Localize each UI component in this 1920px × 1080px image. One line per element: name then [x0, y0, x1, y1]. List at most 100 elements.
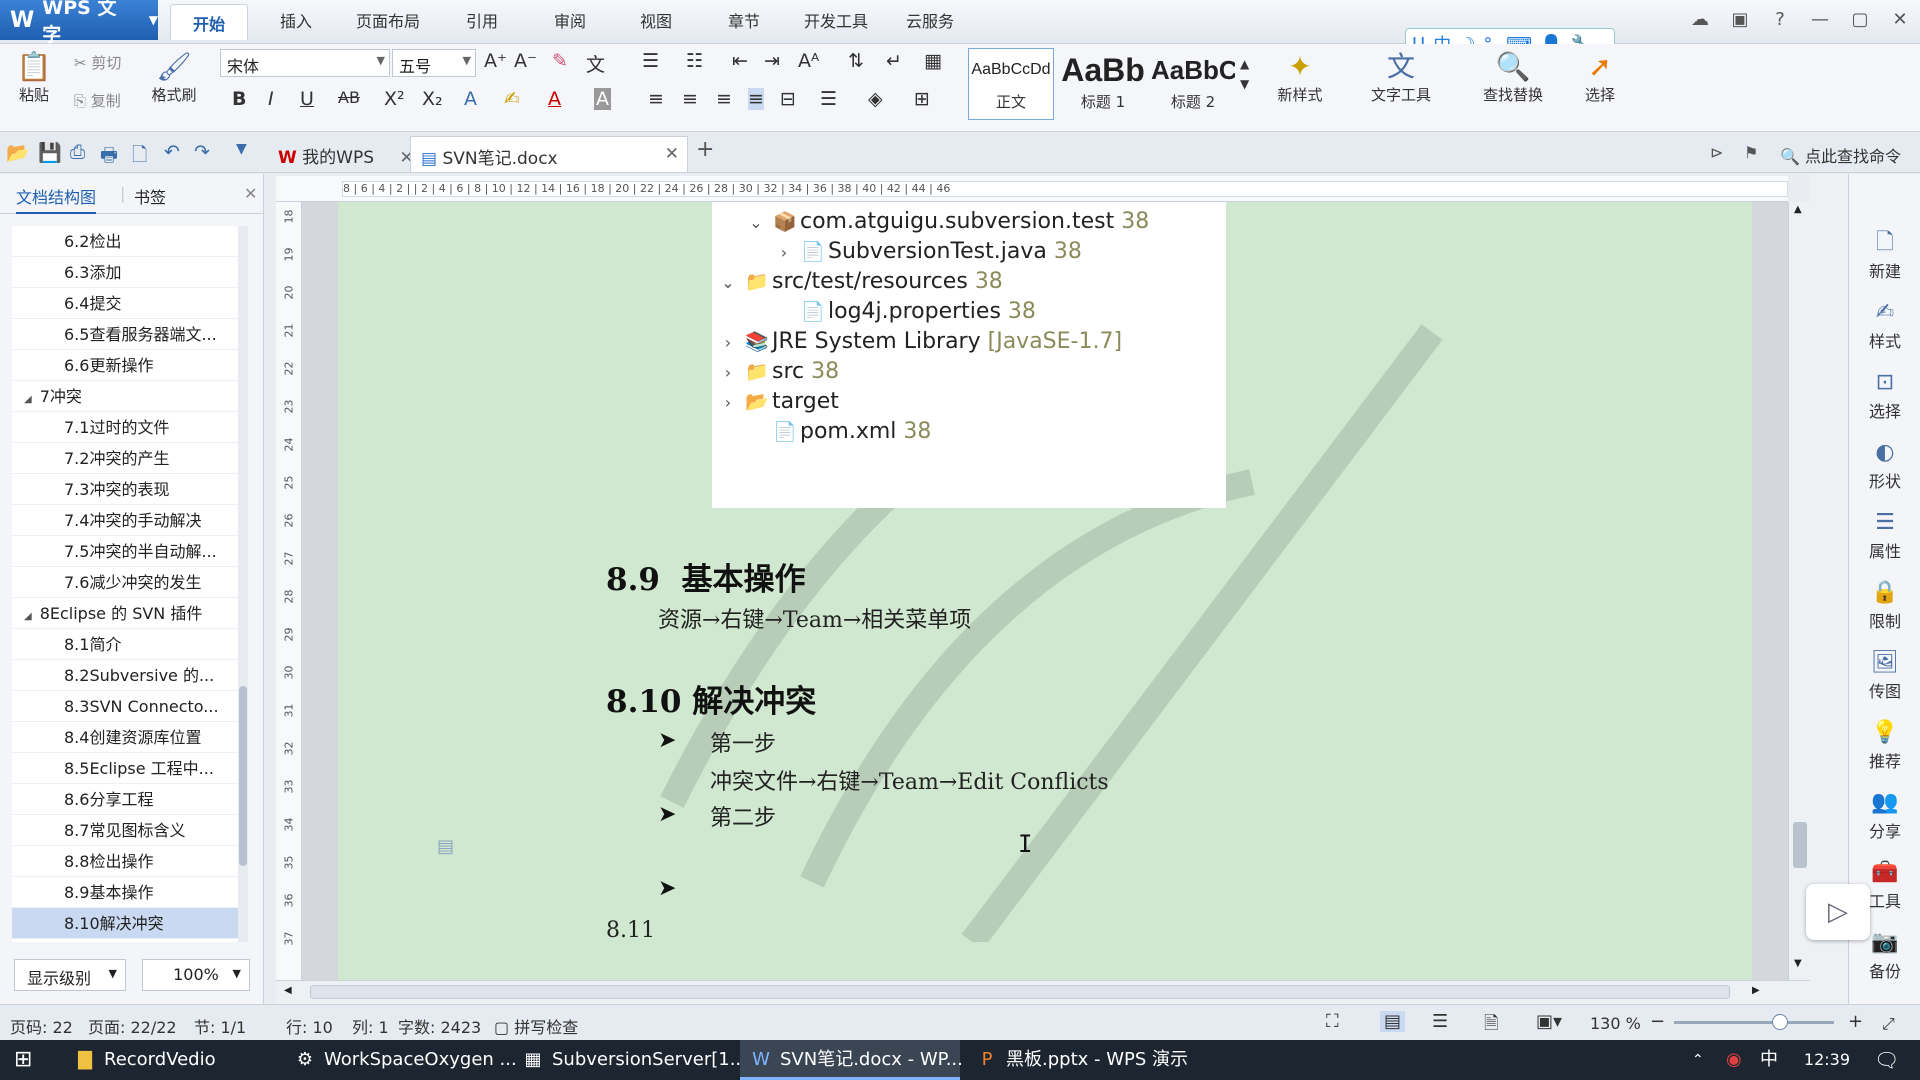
text-effect-icon[interactable]: A [464, 88, 477, 110]
chevron-down-icon[interactable]: ⌄ [714, 265, 742, 301]
right-tool-new[interactable]: 🗋 新建 [1849, 228, 1920, 282]
copy-button[interactable]: ⎘ 复制 [74, 90, 121, 111]
chevron-down-icon[interactable]: ⌄ [742, 205, 770, 241]
maximize-button[interactable]: ▢ [1840, 0, 1880, 40]
new-style-button[interactable]: ✦ 新样式 [1262, 50, 1338, 105]
menu-review[interactable]: 审阅 [554, 8, 586, 32]
italic-icon[interactable]: I [268, 88, 274, 110]
table-icon[interactable]: ▦ [924, 50, 942, 72]
paste-button[interactable]: 📋 粘贴 [10, 50, 58, 105]
format-painter-button[interactable]: 🖌 格式刷 [144, 50, 204, 105]
outline-item[interactable]: 6.3添加 [12, 257, 240, 288]
fullscreen-icon[interactable]: ⛶ [1326, 1011, 1339, 1032]
fit-icon[interactable]: ⤢ [1882, 1014, 1895, 1034]
expand-icon[interactable]: ⊳ [1710, 143, 1723, 162]
scroll-thumb[interactable] [310, 985, 1730, 999]
indent-icon[interactable]: ⇥ [764, 50, 780, 72]
select-button[interactable]: ➚ 选择 [1572, 50, 1628, 105]
outline-item[interactable]: 7.1过时的文件 [12, 412, 240, 443]
style-heading-1[interactable]: AaBb 标题 1 [1058, 48, 1148, 120]
style-normal[interactable]: AaBbCcDd 正文 [968, 48, 1054, 120]
tab-bookmark[interactable]: 书签 [134, 184, 166, 208]
right-tool-property[interactable]: ☰ 属性 [1849, 508, 1920, 562]
outline-item[interactable]: 8.6分享工程 [12, 784, 240, 815]
zoom-in-icon[interactable]: + [1848, 1011, 1863, 1032]
outline-item[interactable]: 7.2冲突的产生 [12, 443, 240, 474]
shading-icon[interactable]: ◈ [868, 88, 883, 110]
outline-item[interactable]: 8.5Eclipse 工程中... [12, 753, 240, 784]
right-tool-upload-image[interactable]: 🖼 传图 [1849, 648, 1920, 702]
export-pdf-icon[interactable]: ⎙ [70, 141, 85, 163]
taskbar-item-wps-writer[interactable]: W SVN笔记.docx - WP... [740, 1040, 963, 1080]
outline-item[interactable]: 7.3冲突的表现 [12, 474, 240, 505]
outline-item[interactable]: 7.6减少冲突的发生 [12, 567, 240, 598]
taskbar-clock[interactable]: 12:39 [1804, 1050, 1850, 1069]
grow-font-icon[interactable]: A⁺ [484, 50, 507, 72]
phonetic-icon[interactable]: 文 [586, 50, 605, 77]
outline-item[interactable]: 8.9基本操作 [12, 877, 240, 908]
right-tool-restrict[interactable]: 🔒 限制 [1849, 578, 1920, 632]
scroll-right-icon[interactable]: ▶ [1752, 985, 1760, 996]
cut-button[interactable]: ✂ 剪切 [74, 52, 121, 73]
menu-page-layout[interactable]: 页面布局 [356, 8, 420, 32]
menu-references[interactable]: 引用 [466, 8, 498, 32]
minimize-button[interactable]: — [1800, 0, 1840, 40]
share-icon[interactable]: ⚑ [1744, 143, 1758, 162]
outline-item[interactable]: 8.7常见图标含义 [12, 815, 240, 846]
menu-insert[interactable]: 插入 [280, 8, 312, 32]
undo-icon[interactable]: ↶ [164, 141, 180, 163]
right-tool-share[interactable]: 👥 分享 [1849, 788, 1920, 842]
scroll-thumb[interactable] [1793, 822, 1807, 868]
strikethrough-icon[interactable]: AB [338, 88, 360, 107]
taskbar-item-eclipse[interactable]: ⚙ WorkSpaceOxygen ... [284, 1040, 517, 1080]
horizontal-ruler[interactable]: 8 | 6 | 4 | 2 | | 2 | 4 | 6 | 8 | 10 | 1… [276, 176, 1788, 202]
save-icon[interactable]: 💾 [38, 141, 62, 164]
outline-item[interactable]: 8.4创建资源库位置 [12, 722, 240, 753]
taskbar-item-recordvedio[interactable]: ▇ RecordVedio [64, 1040, 280, 1080]
tab-svn-notes[interactable]: ▤ SVN笔记.docx ✕ [410, 136, 688, 172]
status-words[interactable]: 字数: 2423 [398, 1014, 481, 1038]
outline-item[interactable]: 7.5冲突的半自动解... [12, 536, 240, 567]
open-icon[interactable]: 📂 [6, 141, 30, 164]
redo-icon[interactable]: ↷ [194, 141, 210, 163]
outline-item[interactable]: 8.3SVN Connecto... [12, 691, 240, 722]
right-tool-recommend[interactable]: 💡 推荐 [1849, 718, 1920, 772]
scroll-down-icon[interactable]: ▼ [1794, 958, 1802, 969]
menu-developer[interactable]: 开发工具 [804, 8, 868, 32]
close-icon[interactable]: ✕ [244, 184, 257, 203]
char-shading-icon[interactable]: A [594, 88, 611, 110]
outline-view-icon[interactable]: ☰ [1432, 1011, 1448, 1032]
tree-node[interactable]: 📄 pom.xml 38 [742, 414, 931, 450]
outline-item[interactable]: ◢ 8Eclipse 的 SVN 插件 [12, 598, 240, 629]
tray-ime-indicator[interactable]: 中 [1752, 1040, 1778, 1080]
zoom-slider-knob[interactable] [1772, 1014, 1788, 1030]
help-icon[interactable]: ? [1760, 0, 1800, 40]
menu-cloud[interactable]: 云服务 [906, 8, 954, 32]
nav-zoom-select[interactable]: 100% ▼ [142, 959, 250, 991]
skin-icon[interactable]: ▣ [1720, 0, 1760, 40]
close-button[interactable]: ✕ [1880, 0, 1920, 40]
outline-item[interactable]: 8.8检出操作 [12, 846, 240, 877]
scroll-left-icon[interactable]: ◀ [284, 985, 292, 996]
text-tools-button[interactable]: 文 文字工具 [1358, 50, 1444, 105]
distributed-icon[interactable]: ⊟ [780, 88, 796, 110]
new-tab-icon[interactable]: + [696, 137, 714, 162]
spell-check-toggle[interactable]: ▢ 拼写检查 [494, 1014, 578, 1038]
app-menu-button[interactable]: W WPS 文字 ▼ [0, 0, 158, 46]
numbering-icon[interactable]: ☷ [686, 50, 703, 72]
style-heading-2[interactable]: AaBbC 标题 2 [1150, 48, 1236, 120]
chevron-right-icon[interactable]: › [714, 385, 742, 421]
customize-chevron-icon[interactable]: ▼ [236, 141, 247, 157]
bullets-icon[interactable]: ☰ [642, 50, 659, 72]
align-right-icon[interactable]: ≡ [716, 88, 732, 110]
font-color-icon[interactable]: A [548, 88, 561, 110]
close-icon[interactable]: ✕ [665, 144, 679, 164]
outline-item[interactable]: 8.2Subversive 的... [12, 660, 240, 691]
start-windows-icon[interactable]: ⊞ [6, 1040, 46, 1080]
paste-options-icon[interactable]: ▤ [437, 836, 454, 857]
cloud-icon[interactable]: ☁ [1680, 0, 1720, 40]
subscript-icon[interactable]: X₂ [422, 88, 443, 110]
borders-icon[interactable]: ⊞ [914, 88, 930, 110]
outline-item[interactable]: 6.6更新操作 [12, 350, 240, 381]
underline-icon[interactable]: U [300, 88, 314, 110]
